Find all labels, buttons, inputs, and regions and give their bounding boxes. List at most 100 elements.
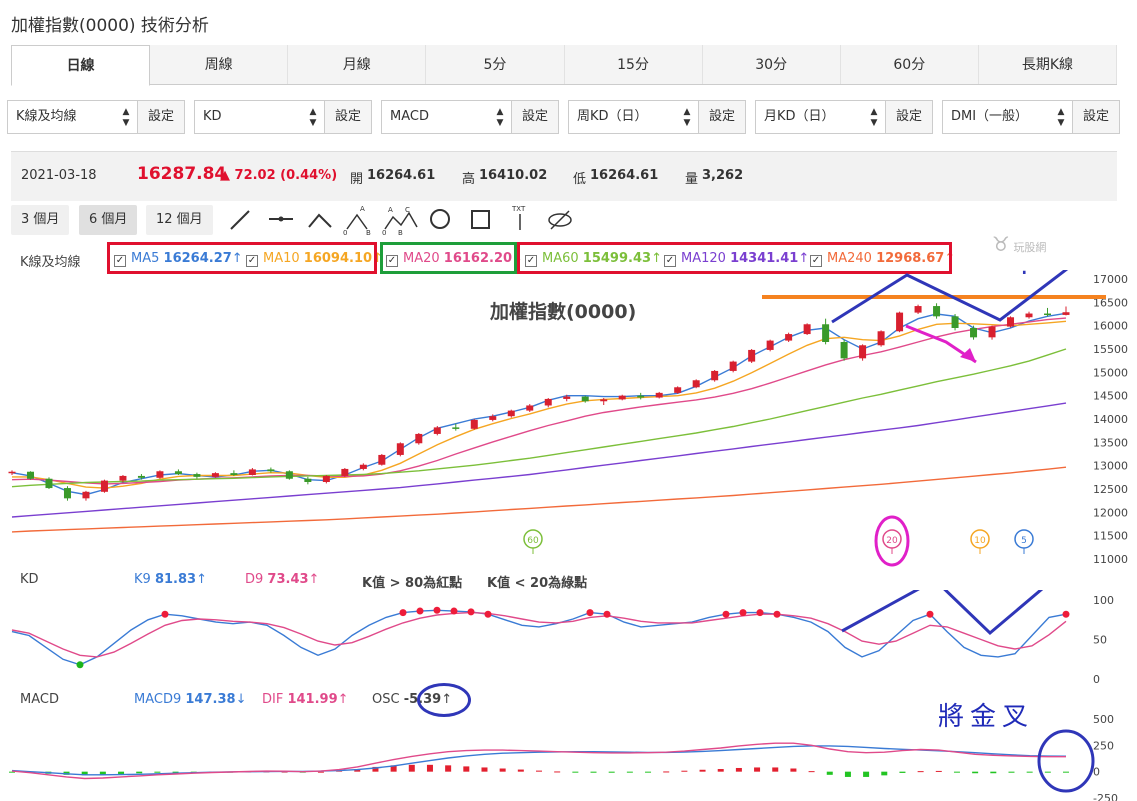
kd-overbought-dot — [739, 609, 747, 617]
osc-bar — [881, 771, 888, 776]
tab-monthly[interactable]: 月線 — [288, 45, 427, 84]
candle-body — [637, 395, 645, 398]
axis-tick-label: 13000 — [1093, 460, 1128, 473]
osc-bar — [681, 770, 688, 772]
osc-bar — [863, 771, 870, 777]
settings-button[interactable]: 設定 — [137, 100, 185, 134]
rectangle-tool-icon[interactable] — [471, 210, 490, 229]
settings-button[interactable]: 設定 — [698, 100, 746, 134]
updown-arrow-icon: ▲ ▼ — [309, 107, 317, 128]
axis-tick-label: 12000 — [1093, 506, 1128, 519]
svg-text:0: 0 — [343, 229, 347, 237]
osc-bar — [136, 771, 143, 774]
svg-text:0: 0 — [382, 229, 386, 237]
osc-bar — [463, 766, 470, 772]
candle-body — [433, 427, 441, 434]
indicator-select-main[interactable]: K線及均線 ▲ ▼ 設定 — [7, 100, 185, 134]
indicator-select-monthly-kd[interactable]: 月KD（日） ▲ ▼ 設定 — [755, 100, 933, 134]
indicator-select-kd[interactable]: KD ▲ ▼ 設定 — [194, 100, 372, 134]
tab-60min[interactable]: 60分 — [841, 45, 979, 84]
candle-body — [951, 316, 959, 328]
svg-text:5: 5 — [1021, 536, 1027, 546]
range-12m-button[interactable]: 12 個月 — [146, 205, 213, 235]
osc-bar — [517, 769, 524, 772]
hide-drawings-icon[interactable] — [548, 210, 572, 230]
range-6m-button[interactable]: 6 個月 — [79, 205, 138, 235]
candle-body — [1062, 312, 1070, 315]
candle-body — [748, 349, 756, 362]
candle-body — [600, 399, 608, 402]
candle-body — [489, 416, 497, 420]
settings-button[interactable]: 設定 — [885, 100, 933, 134]
tab-15min[interactable]: 15分 — [565, 45, 703, 84]
candle-body — [359, 464, 367, 469]
candle-body — [304, 478, 312, 482]
tab-long-term[interactable]: 長期K線 — [979, 45, 1117, 84]
k9-readout: K9 81.83↑ — [134, 572, 207, 587]
trend-arrow: ↓ — [235, 692, 247, 707]
candle-body — [452, 427, 460, 429]
wedge-tool-icon[interactable] — [308, 213, 332, 228]
ma-lines — [11, 312, 1067, 533]
kd-note-red: K值 > 80為紅點 — [362, 576, 463, 591]
candle-body — [1007, 317, 1015, 327]
range-3m-button[interactable]: 3 個月 — [11, 205, 70, 235]
horizontal-line-tool-icon[interactable] — [269, 216, 293, 222]
volume-label: 量 — [685, 172, 699, 187]
osc-bar — [426, 764, 433, 772]
tab-5min[interactable]: 5分 — [426, 45, 565, 84]
indicator-select-macd[interactable]: MACD ▲ ▼ 設定 — [381, 100, 559, 134]
candle-body — [563, 396, 571, 399]
price-chart[interactable]: 加權指數(0000) 17000165001600015500150001450… — [0, 270, 1137, 570]
annotation-handwritten-note: 將金叉 — [938, 702, 1035, 732]
trend-arrow: ↑ — [337, 692, 349, 707]
text-tool-icon[interactable]: TXT — [511, 205, 526, 230]
indicator-select-weekly-kd[interactable]: 周KD（日） ▲ ▼ 設定 — [568, 100, 746, 134]
kd-overbought-dot — [450, 607, 458, 615]
axis-tick-label: 15500 — [1093, 343, 1128, 356]
ma5-line — [11, 312, 1067, 496]
abc-pattern-tool-icon[interactable]: A 0 B — [343, 205, 371, 237]
osc-bar — [808, 771, 815, 773]
marker-20[interactable]: 20 — [882, 529, 902, 554]
kd-chart[interactable]: 100 50 0 — [0, 590, 1137, 686]
arrow-head-icon — [960, 348, 976, 362]
tab-30min[interactable]: 30分 — [703, 45, 841, 84]
low-label: 低 — [573, 172, 587, 187]
k9-line — [11, 609, 1067, 666]
kd-oversold-dot — [76, 661, 84, 669]
candle-body — [45, 478, 53, 489]
settings-button[interactable]: 設定 — [1072, 100, 1120, 134]
marker-5[interactable]: 5 — [1014, 529, 1034, 554]
candle-body — [193, 474, 201, 477]
settings-button[interactable]: 設定 — [324, 100, 372, 134]
tab-daily[interactable]: 日線 — [11, 45, 151, 86]
open-value: 16264.61 — [367, 168, 436, 183]
svg-text:20: 20 — [886, 536, 898, 546]
kd-overbought-dot — [399, 609, 407, 617]
kd-overbought-dot — [586, 609, 594, 617]
abcd-pattern-tool-icon[interactable]: A C 0 B — [382, 206, 418, 237]
axis-tick-label: 15000 — [1093, 366, 1128, 379]
select-value: 月KD（日） — [764, 109, 835, 124]
marker-60[interactable]: 60 — [523, 529, 543, 554]
tab-weekly[interactable]: 周線 — [150, 45, 289, 84]
axis-tick-label: 11000 — [1093, 553, 1128, 566]
marker-10[interactable]: 10 — [970, 529, 990, 554]
axis-tick-label: 500 — [1093, 713, 1114, 726]
candles — [8, 303, 1070, 501]
candle-body — [970, 328, 978, 338]
candle-body — [82, 491, 90, 499]
macd-value: 147.38 — [185, 692, 236, 707]
line-tool-icon[interactable] — [230, 210, 250, 230]
osc-bar — [772, 767, 779, 772]
candle-body — [378, 454, 386, 465]
candle-body — [285, 471, 293, 479]
svg-text:10: 10 — [974, 536, 986, 546]
indicator-select-dmi[interactable]: DMI（一般） ▲ ▼ 設定 — [942, 100, 1120, 134]
osc-bar — [554, 771, 561, 773]
quote-bar: 2021-03-18 16287.84 ▲ 72.02 (0.44%) 開 16… — [11, 151, 1117, 201]
ma240-line — [11, 466, 1067, 533]
settings-button[interactable]: 設定 — [511, 100, 559, 134]
circle-tool-icon[interactable] — [430, 209, 450, 229]
